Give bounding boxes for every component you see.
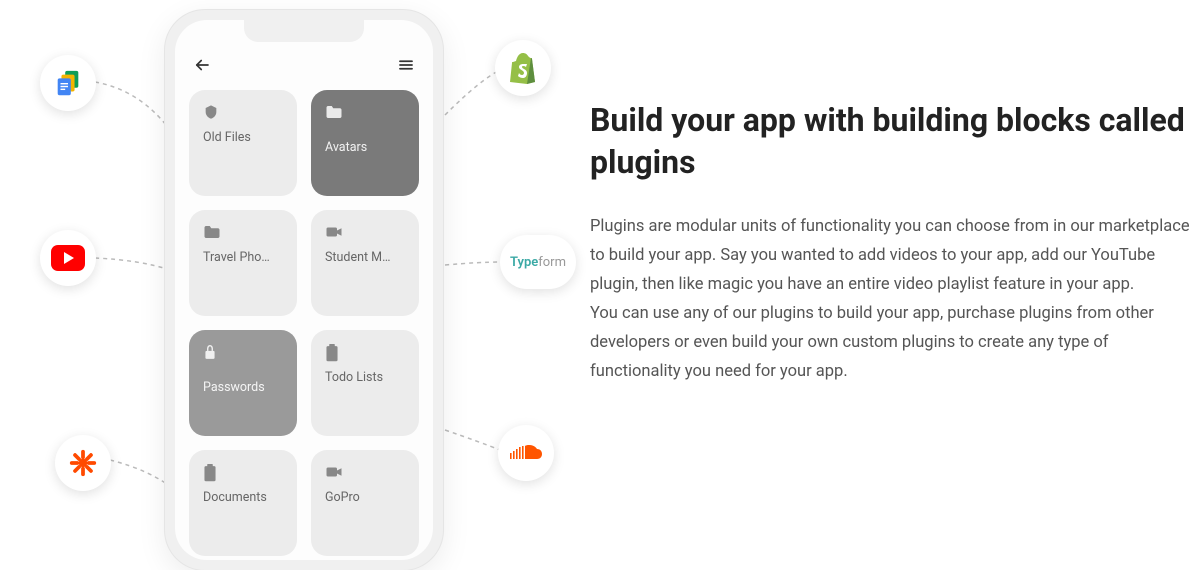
card-travel-photos[interactable]: Travel Pho… (189, 210, 297, 316)
video-icon (325, 464, 343, 482)
youtube-icon (40, 230, 96, 286)
phone-mockup: Old Files Avatars Travel Pho… (165, 10, 443, 570)
clipboard-icon (203, 464, 221, 482)
typeform-label-part2: form (538, 255, 566, 270)
card-label: Todo Lists (325, 370, 405, 385)
hero-heading: Build your app with building blocks call… (590, 100, 1190, 183)
lock-icon (203, 344, 221, 362)
card-grid: Old Files Avatars Travel Pho… (175, 80, 433, 560)
illustration-column: Old Files Avatars Travel Pho… (0, 0, 590, 562)
app-bar (175, 50, 433, 80)
card-label: Student M… (325, 250, 405, 265)
text-column: Build your app with building blocks call… (590, 0, 1200, 562)
card-label: Travel Pho… (203, 250, 283, 265)
video-icon (325, 224, 343, 242)
hero-paragraph: Plugins are modular units of functionali… (590, 213, 1190, 386)
typeform-label-part1: Type (510, 255, 538, 270)
google-docs-icon (40, 55, 96, 111)
card-label: Documents (203, 490, 283, 505)
shopify-icon (495, 40, 551, 96)
typeform-icon: Typeform (500, 235, 576, 289)
card-todo-lists[interactable]: Todo Lists (311, 330, 419, 436)
shield-icon (203, 104, 221, 122)
back-arrow-icon[interactable] (193, 56, 211, 74)
zapier-icon (55, 435, 111, 491)
card-label: GoPro (325, 490, 405, 505)
card-label: Passwords (203, 380, 283, 395)
card-documents[interactable]: Documents (189, 450, 297, 556)
card-avatars[interactable]: Avatars (311, 90, 419, 196)
folder-icon (203, 224, 221, 242)
card-label: Old Files (203, 130, 283, 145)
card-student-m[interactable]: Student M… (311, 210, 419, 316)
card-label: Avatars (325, 140, 405, 155)
hamburger-menu-icon[interactable] (397, 56, 415, 74)
card-old-files[interactable]: Old Files (189, 90, 297, 196)
card-gopro[interactable]: GoPro (311, 450, 419, 556)
card-passwords[interactable]: Passwords (189, 330, 297, 436)
phone-notch (244, 20, 364, 42)
clipboard-icon (325, 344, 343, 362)
soundcloud-icon (498, 425, 554, 481)
folder-icon (325, 104, 343, 122)
